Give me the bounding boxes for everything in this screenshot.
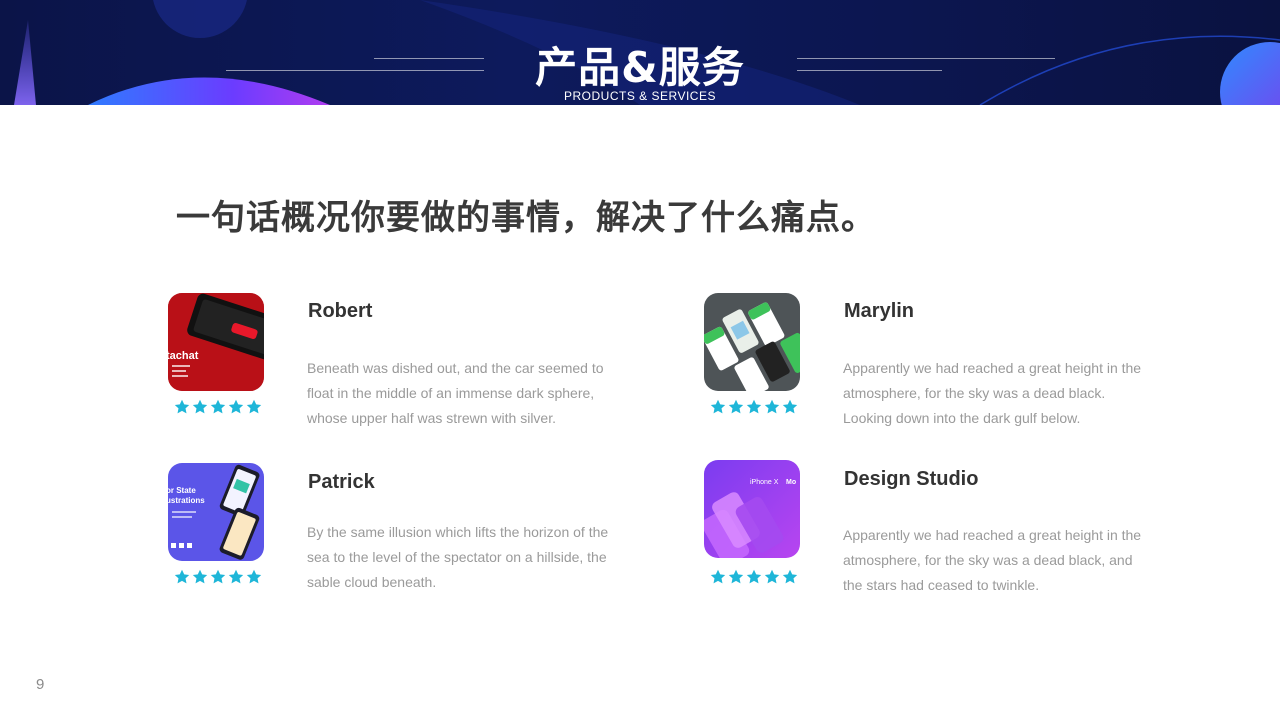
svg-text:ustrations: ustrations (168, 496, 205, 505)
product-thumbnail: tachat (168, 293, 264, 391)
star-icon (746, 569, 762, 584)
page-number: 9 (36, 676, 45, 693)
product-card-marylin: Marylin Apparently we had reached a grea… (704, 293, 1174, 443)
star-icon (192, 399, 208, 414)
star-icon (728, 569, 744, 584)
card-description: Beneath was dished out, and the car seem… (307, 360, 604, 426)
product-thumbnail (704, 293, 800, 391)
thumbnail-logo-text: or State (168, 486, 196, 495)
star-rating (710, 399, 798, 417)
header-title: 产品&服务 (535, 43, 745, 92)
star-icon (174, 399, 190, 414)
star-icon (246, 569, 262, 584)
star-icon (746, 399, 762, 414)
headline: 一句话概况你要做的事情，解决了什么痛点。 (176, 198, 876, 238)
card-description: By the same illusion which lifts the hor… (307, 524, 609, 590)
star-icon (710, 569, 726, 584)
product-card-robert: tachat Robert Beneath was dished out, an… (168, 293, 638, 443)
star-icon (192, 569, 208, 584)
card-name: Patrick (308, 471, 375, 493)
star-icon (782, 569, 798, 584)
star-icon (764, 399, 780, 414)
product-thumbnail: or State ustrations (168, 463, 264, 561)
star-rating (174, 569, 262, 587)
star-icon (782, 399, 798, 414)
star-icon (210, 569, 226, 584)
header-banner: 产品&服务 PRODUCTS & SERVICES (0, 0, 1280, 105)
card-description: Apparently we had reached a great height… (843, 527, 1142, 593)
card-name: Design Studio (844, 468, 979, 490)
star-rating (710, 569, 798, 587)
star-icon (174, 569, 190, 584)
header-subtitle: PRODUCTS & SERVICES (564, 89, 716, 103)
star-icon (710, 399, 726, 414)
thumbnail-logo-text: iPhone X (750, 479, 779, 486)
product-card-design-studio: iPhone X Mo Design Studio Apparently we … (704, 460, 1174, 610)
thumbnail-logo-text: tachat (168, 350, 199, 362)
card-name: Robert (308, 300, 373, 322)
star-icon (228, 399, 244, 414)
star-rating (174, 399, 262, 417)
star-icon (728, 399, 744, 414)
product-card-patrick: or State ustrations Patrick By the same … (168, 463, 638, 613)
star-icon (210, 399, 226, 414)
star-icon (246, 399, 262, 414)
card-description: Apparently we had reached a great height… (843, 360, 1142, 426)
star-icon (228, 569, 244, 584)
card-name: Marylin (844, 300, 915, 322)
star-icon (764, 569, 780, 584)
product-thumbnail: iPhone X Mo (704, 460, 800, 558)
svg-text:Mo: Mo (786, 479, 796, 486)
